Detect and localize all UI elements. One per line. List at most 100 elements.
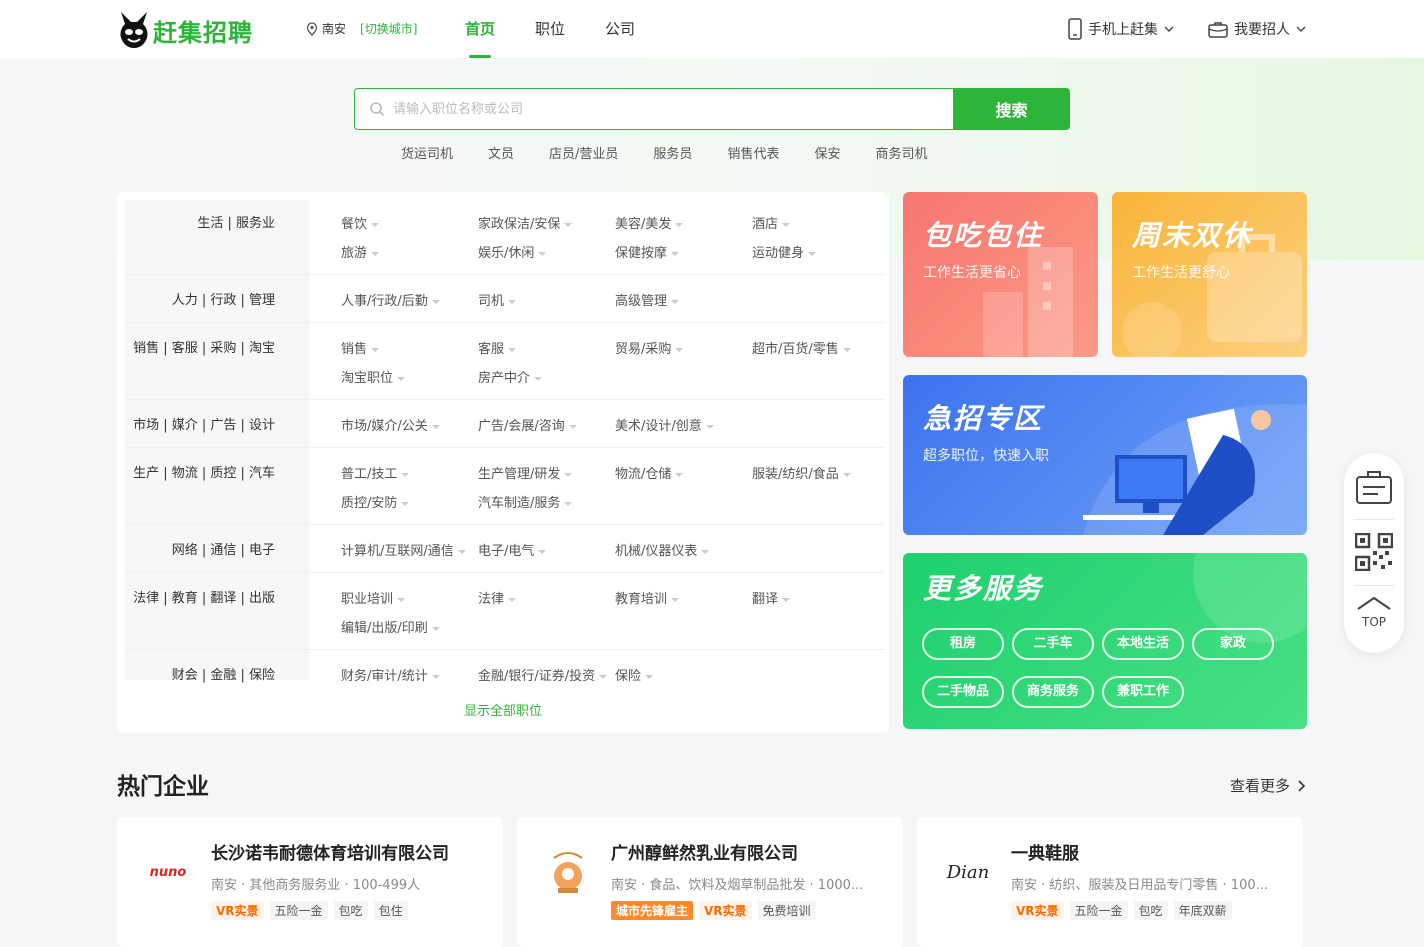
category-item[interactable]: 普工/技工 — [341, 463, 409, 482]
category-title[interactable]: 财会 | 金融 | 保险 — [125, 664, 275, 683]
category-item[interactable]: 职业培训 — [341, 588, 405, 607]
category-title[interactable]: 销售 | 客服 | 采购 | 淘宝 — [125, 337, 275, 356]
category-item[interactable]: 淘宝职位 — [341, 367, 405, 386]
category-item[interactable]: 计算机/互联网/通信 — [341, 540, 466, 559]
view-more-link[interactable]: 查看更多 — [1230, 775, 1306, 796]
category-item[interactable]: 保险 — [615, 665, 653, 684]
banner-urgent-hiring[interactable]: 急招专区 超多职位，快速入职 — [903, 375, 1307, 535]
category-item[interactable]: 汽车制造/服务 — [478, 492, 572, 511]
service-button[interactable]: 本地生活 — [1102, 628, 1184, 660]
category-item[interactable]: 娱乐/休闲 — [478, 242, 546, 261]
category-title[interactable]: 市场 | 媒介 | 广告 | 设计 — [125, 414, 275, 433]
company-card[interactable]: Dian 一典鞋服 南安 · 纺织、服装及日用品专门零售 · 100... VR… — [917, 817, 1303, 947]
resume-icon[interactable] — [1354, 467, 1394, 507]
category-item[interactable]: 电子/电气 — [478, 540, 546, 559]
chevron-right-icon — [1298, 779, 1306, 792]
recruit-menu[interactable]: 我要招人 — [1208, 19, 1306, 39]
category-item[interactable]: 法律 — [478, 588, 516, 607]
service-button[interactable]: 租房 — [922, 628, 1004, 660]
category-item[interactable]: 保健按摩 — [615, 242, 679, 261]
category-title[interactable]: 人力 | 行政 | 管理 — [125, 289, 275, 308]
category-item[interactable]: 服装/纺织/食品 — [752, 463, 851, 482]
vr-tag: VR实景 — [1011, 901, 1064, 920]
logo-text: 赶集招聘 — [153, 18, 253, 47]
search-icon — [370, 102, 385, 117]
nav-companies[interactable]: 公司 — [605, 0, 635, 58]
category-item[interactable]: 旅游 — [341, 242, 379, 261]
back-to-top-button[interactable]: TOP — [1344, 595, 1404, 629]
hot-keyword[interactable]: 销售代表 — [727, 143, 779, 162]
category-title[interactable]: 法律 | 教育 | 翻译 | 出版 — [125, 587, 275, 606]
category-item[interactable]: 销售 — [341, 338, 379, 357]
banner-title: 周末双休 — [1132, 219, 1253, 252]
search-button[interactable]: 搜索 — [953, 88, 1070, 130]
hot-keyword[interactable]: 服务员 — [653, 143, 692, 162]
category-item[interactable]: 家政保洁/安保 — [478, 213, 572, 232]
service-button[interactable]: 兼职工作 — [1102, 676, 1184, 708]
location-pin-icon — [306, 21, 318, 36]
category-title[interactable]: 生产 | 物流 | 质控 | 汽车 — [125, 462, 275, 481]
company-card[interactable]: nuno 长沙诺韦耐德体育培训有限公司 南安 · 其他商务服务业 · 100-4… — [117, 817, 503, 947]
category-item[interactable]: 人事/行政/后勤 — [341, 290, 440, 309]
service-button[interactable]: 商务服务 — [1012, 676, 1094, 708]
category-item[interactable]: 司机 — [478, 290, 516, 309]
vr-tag: VR实景 — [699, 901, 752, 920]
hot-keyword[interactable]: 货运司机 — [401, 143, 453, 162]
nav-home[interactable]: 首页 — [465, 0, 495, 58]
qrcode-icon[interactable] — [1355, 533, 1393, 571]
company-meta: 南安 · 食品、饮料及烟草制品批发 · 1000... — [611, 878, 864, 893]
hot-keyword[interactable]: 商务司机 — [875, 143, 927, 162]
hot-keyword[interactable]: 文员 — [488, 143, 514, 162]
category-item[interactable]: 质控/安防 — [341, 492, 409, 511]
service-button[interactable]: 家政 — [1192, 628, 1274, 660]
category-item[interactable]: 酒店 — [752, 213, 790, 232]
divider — [1354, 519, 1394, 520]
category-item[interactable]: 物流/仓储 — [615, 463, 683, 482]
benefit-tag: 免费培训 — [757, 901, 816, 920]
city-selector[interactable]: 南安 [切换城市] — [306, 20, 417, 37]
hot-keyword[interactable]: 店员/营业员 — [549, 143, 618, 162]
show-all-jobs-link[interactable]: 显示全部职位 — [117, 700, 889, 719]
category-item[interactable]: 教育培训 — [615, 588, 679, 607]
category-item[interactable]: 编辑/出版/印刷 — [341, 617, 440, 636]
search-bar: 搜索 — [354, 88, 1070, 130]
briefcase-icon — [1208, 22, 1228, 38]
category-item[interactable]: 机械/仪器仪表 — [615, 540, 709, 559]
job-category-panel: 生活 | 服务业 餐饮 家政保洁/安保 美容/美发 酒店 旅游 娱乐/休闲 保健… — [117, 192, 889, 733]
banner-weekend-off[interactable]: 周末双休 工作生活更舒心 — [1112, 192, 1307, 357]
category-item[interactable]: 金融/银行/证券/投资 — [478, 665, 607, 684]
category-item[interactable]: 美容/美发 — [615, 213, 683, 232]
service-button[interactable]: 二手车 — [1012, 628, 1094, 660]
banner-room-board[interactable]: 包吃包住 工作生活更省心 — [903, 192, 1098, 357]
category-row: 网络 | 通信 | 电子 计算机/互联网/通信 电子/电气 机械/仪器仪表 — [125, 525, 885, 573]
service-button[interactable]: 二手物品 — [922, 676, 1004, 708]
logo[interactable]: 赶集招聘 — [117, 8, 262, 52]
hot-keyword[interactable]: 保安 — [814, 143, 840, 162]
category-title[interactable]: 生活 | 服务业 — [125, 212, 275, 231]
city-switch-link[interactable]: [切换城市] — [360, 20, 417, 37]
category-item[interactable]: 超市/百货/零售 — [752, 338, 851, 357]
company-logo: nuno — [135, 842, 201, 902]
main-nav: 首页 职位 公司 — [465, 0, 675, 58]
mobile-menu[interactable]: 手机上赶集 — [1068, 18, 1174, 40]
category-item[interactable]: 财务/审计/统计 — [341, 665, 440, 684]
category-item[interactable]: 客服 — [478, 338, 516, 357]
nav-jobs[interactable]: 职位 — [535, 0, 565, 58]
divider — [1354, 585, 1394, 586]
chevron-down-icon — [1164, 26, 1174, 32]
company-card[interactable]: 广州醇鲜然乳业有限公司 南安 · 食品、饮料及烟草制品批发 · 1000... … — [517, 817, 903, 947]
category-item[interactable]: 市场/媒介/公关 — [341, 415, 440, 434]
search-input[interactable] — [354, 88, 953, 130]
category-item[interactable]: 广告/会展/咨询 — [478, 415, 577, 434]
category-row: 财会 | 金融 | 保险 财务/审计/统计 金融/银行/证券/投资 保险 — [125, 650, 885, 684]
category-item[interactable]: 生产管理/研发 — [478, 463, 572, 482]
category-item[interactable]: 翻译 — [752, 588, 790, 607]
view-more-label: 查看更多 — [1229, 777, 1290, 795]
category-item[interactable]: 餐饮 — [341, 213, 379, 232]
category-item[interactable]: 房产中介 — [478, 367, 542, 386]
category-item[interactable]: 美术/设计/创意 — [615, 415, 714, 434]
category-item[interactable]: 运动健身 — [752, 242, 816, 261]
category-item[interactable]: 高级管理 — [615, 290, 679, 309]
category-item[interactable]: 贸易/采购 — [615, 338, 683, 357]
category-title[interactable]: 网络 | 通信 | 电子 — [125, 539, 275, 558]
